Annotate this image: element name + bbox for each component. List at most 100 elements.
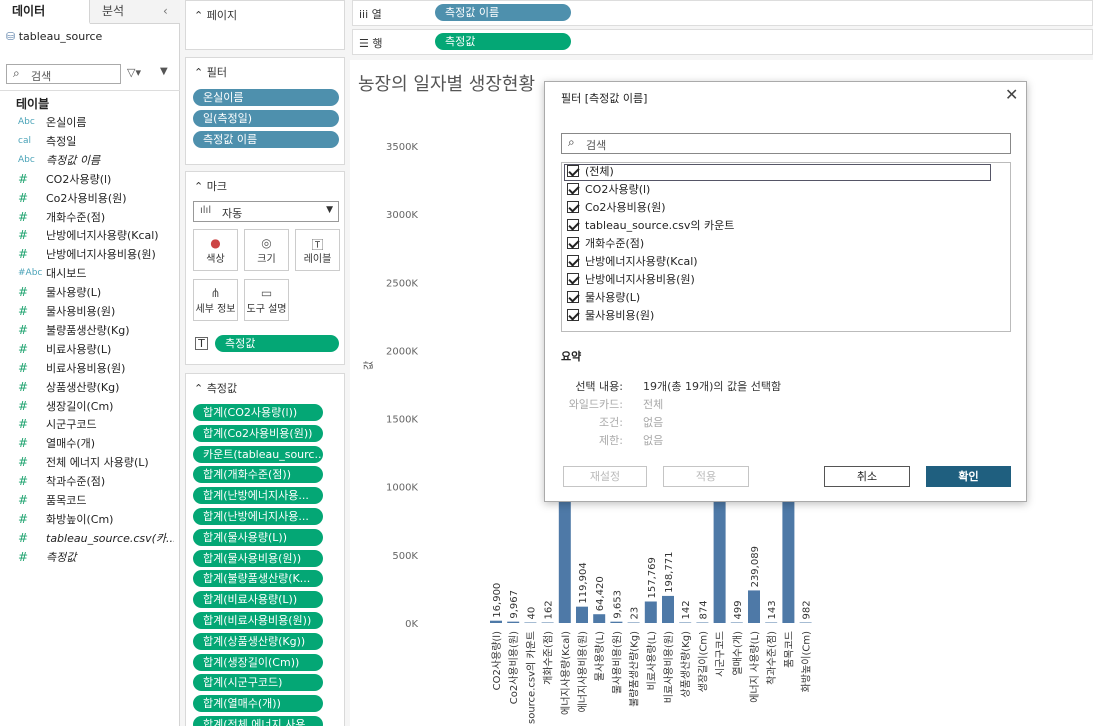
field-item[interactable]: # 물사용비용(원) [0,302,178,321]
checklist-item[interactable]: (전체) [567,163,614,181]
checklist-item[interactable]: CO2사용량(l) [567,181,650,199]
field-item[interactable]: # 개화수준(점) [0,208,178,227]
field-item[interactable]: # 품목코드 [0,491,178,510]
checkbox-checked-icon[interactable] [567,309,579,321]
measure-pill[interactable]: 합계(개화수준(점)) [193,466,323,484]
checkbox-checked-icon[interactable] [567,219,579,231]
dialog-search-input[interactable]: ⌕ 검색 [561,133,1011,154]
field-item[interactable]: # 불량품생산량(Kg) [0,321,178,340]
checkbox-checked-icon[interactable] [567,201,579,213]
filter-funnel-icon[interactable]: ▽▾ [127,66,141,79]
mark-type-select[interactable]: ılıl 자동 ▼ [193,201,339,222]
measure-hash-icon: # [18,285,29,300]
field-item[interactable]: # 난방에너지사용량(Kcal) [0,226,178,245]
field-item[interactable]: # 열매수(개) [0,434,178,453]
data-label: 143 [767,600,778,619]
pages-card: ⌃ 페이지 [185,0,345,50]
marks-measure-pill[interactable]: 측정값 [215,335,339,352]
field-item[interactable]: # 비료사용비용(원) [0,359,178,378]
chevron-down-icon[interactable]: ▼ [160,66,168,77]
field-label: 화방높이(Cm) [46,512,114,526]
y-tick-label: 2500K [386,278,418,289]
field-item[interactable]: # 시군구코드 [0,415,178,434]
close-icon[interactable]: ✕ [1005,85,1018,104]
field-item[interactable]: # 상품생산량(Kg) [0,378,178,397]
field-item[interactable]: Abc 측정값 이름 [0,151,178,170]
color-button[interactable]: ● 색상 [193,229,238,271]
measure-pill[interactable]: 합계(물사용비용(원)) [193,549,323,567]
cancel-button[interactable]: 취소 [824,466,910,487]
checklist-item[interactable]: Co2사용비용(원) [567,199,666,217]
measure-pill[interactable]: 합계(불량품생산량(K... [193,570,323,588]
checkbox-checked-icon[interactable] [567,237,579,249]
x-tick-label: 비료사용비용(원) [663,631,675,703]
detail-button[interactable]: ⋔ 세부 정보 [193,279,238,321]
tooltip-button[interactable]: ▭ 도구 설명 [244,279,289,321]
tab-data[interactable]: 데이터 [0,0,90,24]
measure-pill[interactable]: 합계(비료사용량(L)) [193,591,323,609]
measure-pill[interactable]: 합계(난방에너지사용... [193,487,323,505]
x-tick-label: 불량품생산량(Kg) [629,631,641,707]
columns-pill[interactable]: 측정값 이름 [435,4,571,21]
field-item[interactable]: # Co2사용비용(원) [0,189,178,208]
checkbox-checked-icon[interactable] [567,165,579,177]
checkbox-checked-icon[interactable] [567,255,579,267]
measure-pill[interactable]: 카운트(tableau_sourc... [193,445,323,463]
reset-button[interactable]: 재설정 [563,466,647,487]
checklist-item[interactable]: 난방에너지사용비용(원) [567,271,695,289]
dialog-search-placeholder: 검색 [586,139,607,152]
field-item[interactable]: # 생장길이(Cm) [0,397,178,416]
field-item[interactable]: # tableau_source.csv(카... [0,529,178,548]
checklist-item[interactable]: 난방에너지사용량(Kcal) [567,253,698,271]
checkbox-checked-icon[interactable] [567,273,579,285]
checklist-item[interactable]: 물사용비용(원) [567,307,654,325]
measure-pill[interactable]: 합계(물사용량(L)) [193,528,323,546]
checklist-item[interactable]: tableau_source.csv의 카운트 [567,217,734,235]
field-item[interactable]: # CO2사용량(l) [0,170,178,189]
value-checklist: (전체) CO2사용량(l) Co2사용비용(원) tableau_source.cs… [561,162,1011,332]
bar [524,622,537,623]
rows-pill[interactable]: 측정값 [435,33,571,50]
field-item[interactable]: # 물사용량(L) [0,283,178,302]
size-button[interactable]: ◎ 크기 [244,229,289,271]
collapse-pane-icon[interactable]: ‹ [163,4,168,18]
columns-shelf[interactable]: iii 열 측정값 이름 [352,0,1093,26]
field-item[interactable]: # 측정값 [0,548,178,567]
measure-pill[interactable]: 합계(비료사용비용(원)) [193,612,323,629]
measure-pill[interactable]: 합계(CO2사용량(l)) [193,404,323,421]
measure-pill[interactable]: 합계(생장길이(Cm)) [193,653,323,671]
checkbox-checked-icon[interactable] [567,291,579,303]
field-item[interactable]: # 비료사용량(L) [0,340,178,359]
field-item[interactable]: # 전체 에너지 사용량(L) [0,453,178,472]
summary-key: 조건: [599,416,623,429]
field-search-input[interactable]: ⌕ 검색 [6,64,121,84]
field-item[interactable]: cal 측정일 [0,132,178,151]
filter-pill[interactable]: 온실이름 [193,89,339,106]
measure-pill[interactable]: 합계(전체 에너지 사용... [193,716,323,726]
apply-button[interactable]: 적용 [663,466,749,487]
rows-shelf[interactable]: ☰ 행 측정값 [352,29,1093,55]
x-tick-label: 에너지사용량(Kcal) [560,631,572,715]
measure-pill[interactable]: 합계(난방에너지사용... [193,508,323,525]
checkbox-checked-icon[interactable] [567,183,579,195]
focus-outline [564,164,991,181]
measure-pill[interactable]: 합계(열매수(개)) [193,695,323,713]
measure-pill[interactable]: 합계(시군구코드) [193,674,323,692]
measure-pill[interactable]: 합계(상품생산량(Kg)) [193,632,323,650]
field-item[interactable]: # 난방에너지사용비용(원) [0,245,178,264]
measure-pill[interactable]: 합계(Co2사용비용(원)) [193,424,323,442]
x-tick-label: source.csv의 카운트 [525,631,537,724]
filter-pill[interactable]: 측정값 이름 [193,131,339,148]
ok-button[interactable]: 확인 [926,466,1011,487]
field-item[interactable]: # 화방높이(Cm) [0,510,178,529]
data-source[interactable]: ⛁ tableau_source [6,30,102,43]
field-item[interactable]: #Abc 대시보드 [0,264,178,283]
label-button[interactable]: 🅃 레이블 [295,229,340,271]
tab-analysis[interactable]: 분석 [90,0,160,24]
field-item[interactable]: # 착과수준(점) [0,472,178,491]
filter-pill[interactable]: 일(측정일) [193,110,339,127]
x-tick-label: 물사용비용(원) [611,631,623,694]
checklist-item[interactable]: 물사용량(L) [567,289,640,307]
field-item[interactable]: Abc 온실이름 [0,113,178,132]
checklist-item[interactable]: 개화수준(점) [567,235,644,253]
